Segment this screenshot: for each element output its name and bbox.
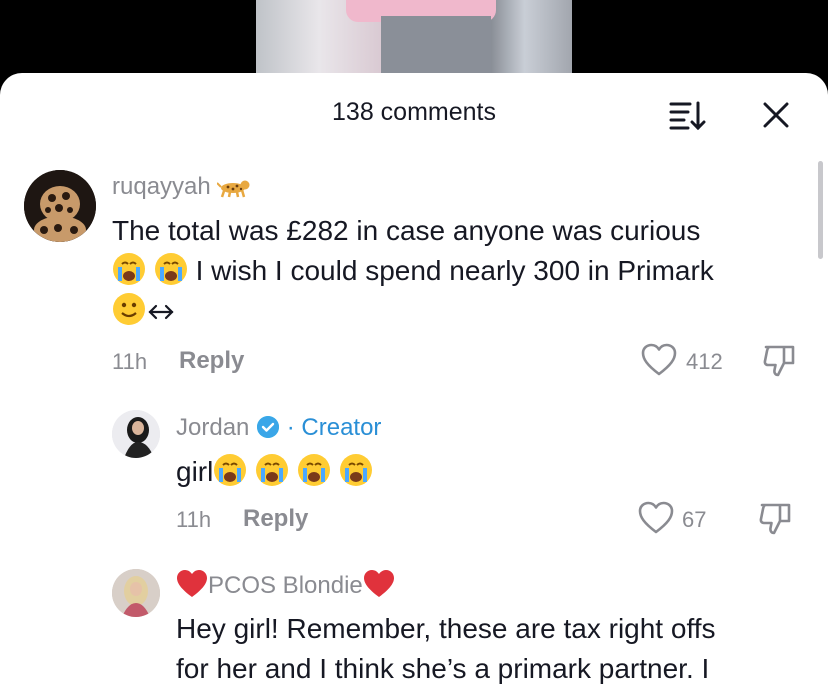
crying-face-emoji-icon (297, 454, 330, 486)
red-heart-emoji-icon (177, 570, 207, 597)
avatar[interactable] (24, 170, 96, 242)
leopard-emoji-icon (216, 180, 250, 198)
crying-face-emoji-icon (256, 454, 289, 486)
reply-comment-item: PCOS Blondie Hey girl! Remember, these a… (0, 563, 828, 693)
comment-text-line (112, 291, 812, 331)
comment-username[interactable]: Jordan · Creator (176, 414, 381, 442)
red-heart-emoji-icon (363, 570, 394, 597)
creator-label: · Creator (286, 414, 382, 441)
crying-face-emoji-icon (214, 454, 247, 486)
avatar[interactable] (112, 569, 160, 617)
comment-text-line: for her and I think she’s a primark part… (176, 653, 710, 684)
comments-sheet: 138 comments ruqayyah The total was £282… (0, 73, 828, 693)
left-right-arrow-icon (148, 304, 174, 320)
comment-text-line: The total was £282 in case anyone was cu… (112, 215, 701, 246)
dislike-icon[interactable] (762, 343, 798, 379)
heart-icon[interactable] (641, 343, 677, 377)
avatar[interactable] (112, 410, 160, 458)
heart-icon[interactable] (638, 501, 674, 535)
crying-face-emoji-icon (113, 253, 145, 285)
reply-button[interactable]: Reply (243, 505, 308, 533)
like-count: 67 (682, 507, 707, 532)
comment-username[interactable]: PCOS Blondie (176, 569, 395, 600)
dislike-icon[interactable] (758, 501, 794, 537)
like-count: 412 (686, 349, 723, 374)
person-photo-avatar (112, 569, 160, 617)
comment-time: 11h (176, 507, 212, 532)
comment-text-line: Hey girl! Remember, these are tax right … (176, 613, 716, 644)
crying-face-emoji-icon (339, 454, 372, 486)
comment-text-line: I wish I could spend nearly 300 in Prima… (112, 251, 812, 291)
comment-time: 11h (112, 349, 148, 374)
person-photo-avatar (112, 410, 160, 458)
comment-item: ruqayyah The total was £282 in case anyo… (0, 73, 828, 403)
reply-button[interactable]: Reply (179, 347, 244, 375)
comment-text[interactable]: Hey girl! Remember, these are tax right … (176, 609, 816, 689)
reply-comment-item: Jordan · Creator girl 11h Reply 67 (0, 403, 828, 553)
slightly-smiling-face-emoji-icon (113, 293, 145, 325)
comment-text[interactable]: girl (176, 452, 373, 492)
leopard-print-avatar (24, 170, 96, 242)
verified-badge-icon (257, 416, 280, 438)
crying-face-emoji-icon (154, 253, 187, 285)
comment-text[interactable]: The total was £282 in case anyone was cu… (112, 211, 812, 331)
comment-username[interactable]: ruqayyah (112, 173, 253, 201)
